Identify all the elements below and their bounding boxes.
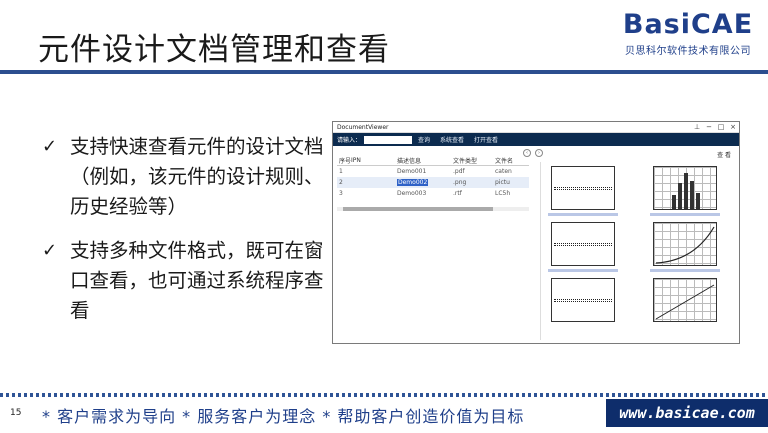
column-header[interactable]: 文件类型	[453, 156, 495, 165]
scrollbar-thumb[interactable]	[343, 207, 493, 211]
brand-company-name: 贝思科尔软件技术有限公司	[625, 46, 751, 57]
horizontal-scrollbar[interactable]	[337, 207, 529, 211]
brand-logo: BasiCAE 贝思科尔软件技术有限公司	[618, 9, 758, 58]
cell-file-name: LC5h	[495, 190, 511, 197]
checkmark-icon: ✓	[42, 136, 58, 157]
system-view-button[interactable]: 系统查看	[440, 135, 464, 144]
close-button[interactable]: ×	[727, 123, 739, 131]
preview-plot-histogram	[653, 166, 717, 210]
bullet-item: ✓ 支持多种文件格式，既可在窗口查看，也可通过系统程序查看	[42, 236, 332, 326]
footer-slogan: * 客户需求为导向 * 服务客户为理念 * 帮助客户创造价值为目标	[42, 407, 525, 426]
preview-plot-curve	[653, 278, 717, 322]
cell-index: 1	[339, 168, 343, 175]
cell-index: 3	[339, 190, 343, 197]
next-page-icon[interactable]: ›	[535, 149, 543, 157]
footer-dotted-divider	[0, 393, 768, 397]
cell-index: 2	[339, 179, 343, 186]
cell-description: Demo003	[397, 190, 427, 197]
table-row[interactable]: 3 Demo003 .rtf LC5h	[337, 188, 529, 199]
brand-logo-text: BasiCAE	[622, 9, 754, 40]
cell-file-type: .pdf	[453, 168, 465, 175]
cell-description[interactable]: Demo002	[397, 179, 429, 186]
bullet-text: 支持快速查看元件的设计文档（例如，该元件的设计规则、历史经验等）	[70, 135, 324, 218]
plot-caption	[548, 213, 618, 216]
plot-caption	[650, 269, 720, 272]
plot-caption	[650, 213, 720, 216]
column-header[interactable]: 描述信息	[397, 156, 453, 165]
preview-plot-noise	[551, 166, 615, 210]
checkmark-icon: ✓	[42, 240, 58, 261]
search-input[interactable]	[364, 135, 413, 144]
table-row-selected[interactable]: 2 Demo002 .png pictu	[337, 177, 529, 188]
document-table: 序号 IPN 描述信息 文件类型 文件名 1 Demo001 .pdf cate…	[337, 155, 529, 199]
cell-file-type: .rtf	[453, 190, 462, 197]
curve-graphic	[655, 226, 715, 264]
table-header: 序号 IPN 描述信息 文件类型 文件名	[337, 155, 529, 166]
search-label: 请输入：	[337, 137, 362, 144]
footer: 15 * 客户需求为导向 * 服务客户为理念 * 帮助客户创造价值为目标 www…	[0, 393, 768, 433]
bullet-item: ✓ 支持快速查看元件的设计文档（例如，该元件的设计规则、历史经验等）	[42, 132, 332, 222]
view-button[interactable]: 查 看	[717, 150, 731, 159]
window-titlebar: DocumentViewer ⊥ − □ ×	[333, 122, 739, 133]
query-button[interactable]: 查询	[418, 135, 430, 144]
pin-icon[interactable]: ⊥	[691, 123, 703, 131]
cell-file-name: caten	[495, 168, 512, 175]
preview-plot-noise	[551, 222, 615, 266]
preview-plot-curve	[653, 222, 717, 266]
toolbar: 请输入： 查询 系统查看 打开查看	[333, 133, 739, 146]
bullet-text: 支持多种文件格式，既可在窗口查看，也可通过系统程序查看	[70, 239, 324, 322]
minimize-button[interactable]: −	[703, 123, 715, 131]
slide-title: 元件设计文档管理和查看	[38, 32, 390, 68]
cell-file-type: .png	[453, 179, 467, 186]
window-title: DocumentViewer	[337, 123, 389, 131]
open-view-button[interactable]: 打开查看	[474, 135, 498, 144]
bullet-list: ✓ 支持快速查看元件的设计文档（例如，该元件的设计规则、历史经验等） ✓ 支持多…	[42, 132, 332, 340]
column-header[interactable]: IPN	[351, 157, 397, 164]
column-header[interactable]: 序号	[337, 156, 351, 165]
document-preview-pane	[540, 162, 734, 340]
cell-description: Demo001	[397, 168, 427, 175]
histogram-graphic	[672, 173, 700, 209]
document-viewer-window: DocumentViewer ⊥ − □ × 请输入： 查询 系统查看 打开查看…	[332, 121, 740, 344]
plot-caption	[548, 269, 618, 272]
table-row[interactable]: 1 Demo001 .pdf caten	[337, 166, 529, 177]
cell-file-name: pictu	[495, 179, 510, 186]
page-number: 15	[10, 408, 22, 418]
column-header[interactable]: 文件名	[495, 156, 525, 165]
maximize-button[interactable]: □	[715, 123, 727, 131]
website-url[interactable]: www.basicae.com	[606, 399, 768, 427]
title-divider	[0, 70, 768, 74]
preview-plot-noise	[551, 278, 615, 322]
curve-graphic	[655, 284, 715, 320]
